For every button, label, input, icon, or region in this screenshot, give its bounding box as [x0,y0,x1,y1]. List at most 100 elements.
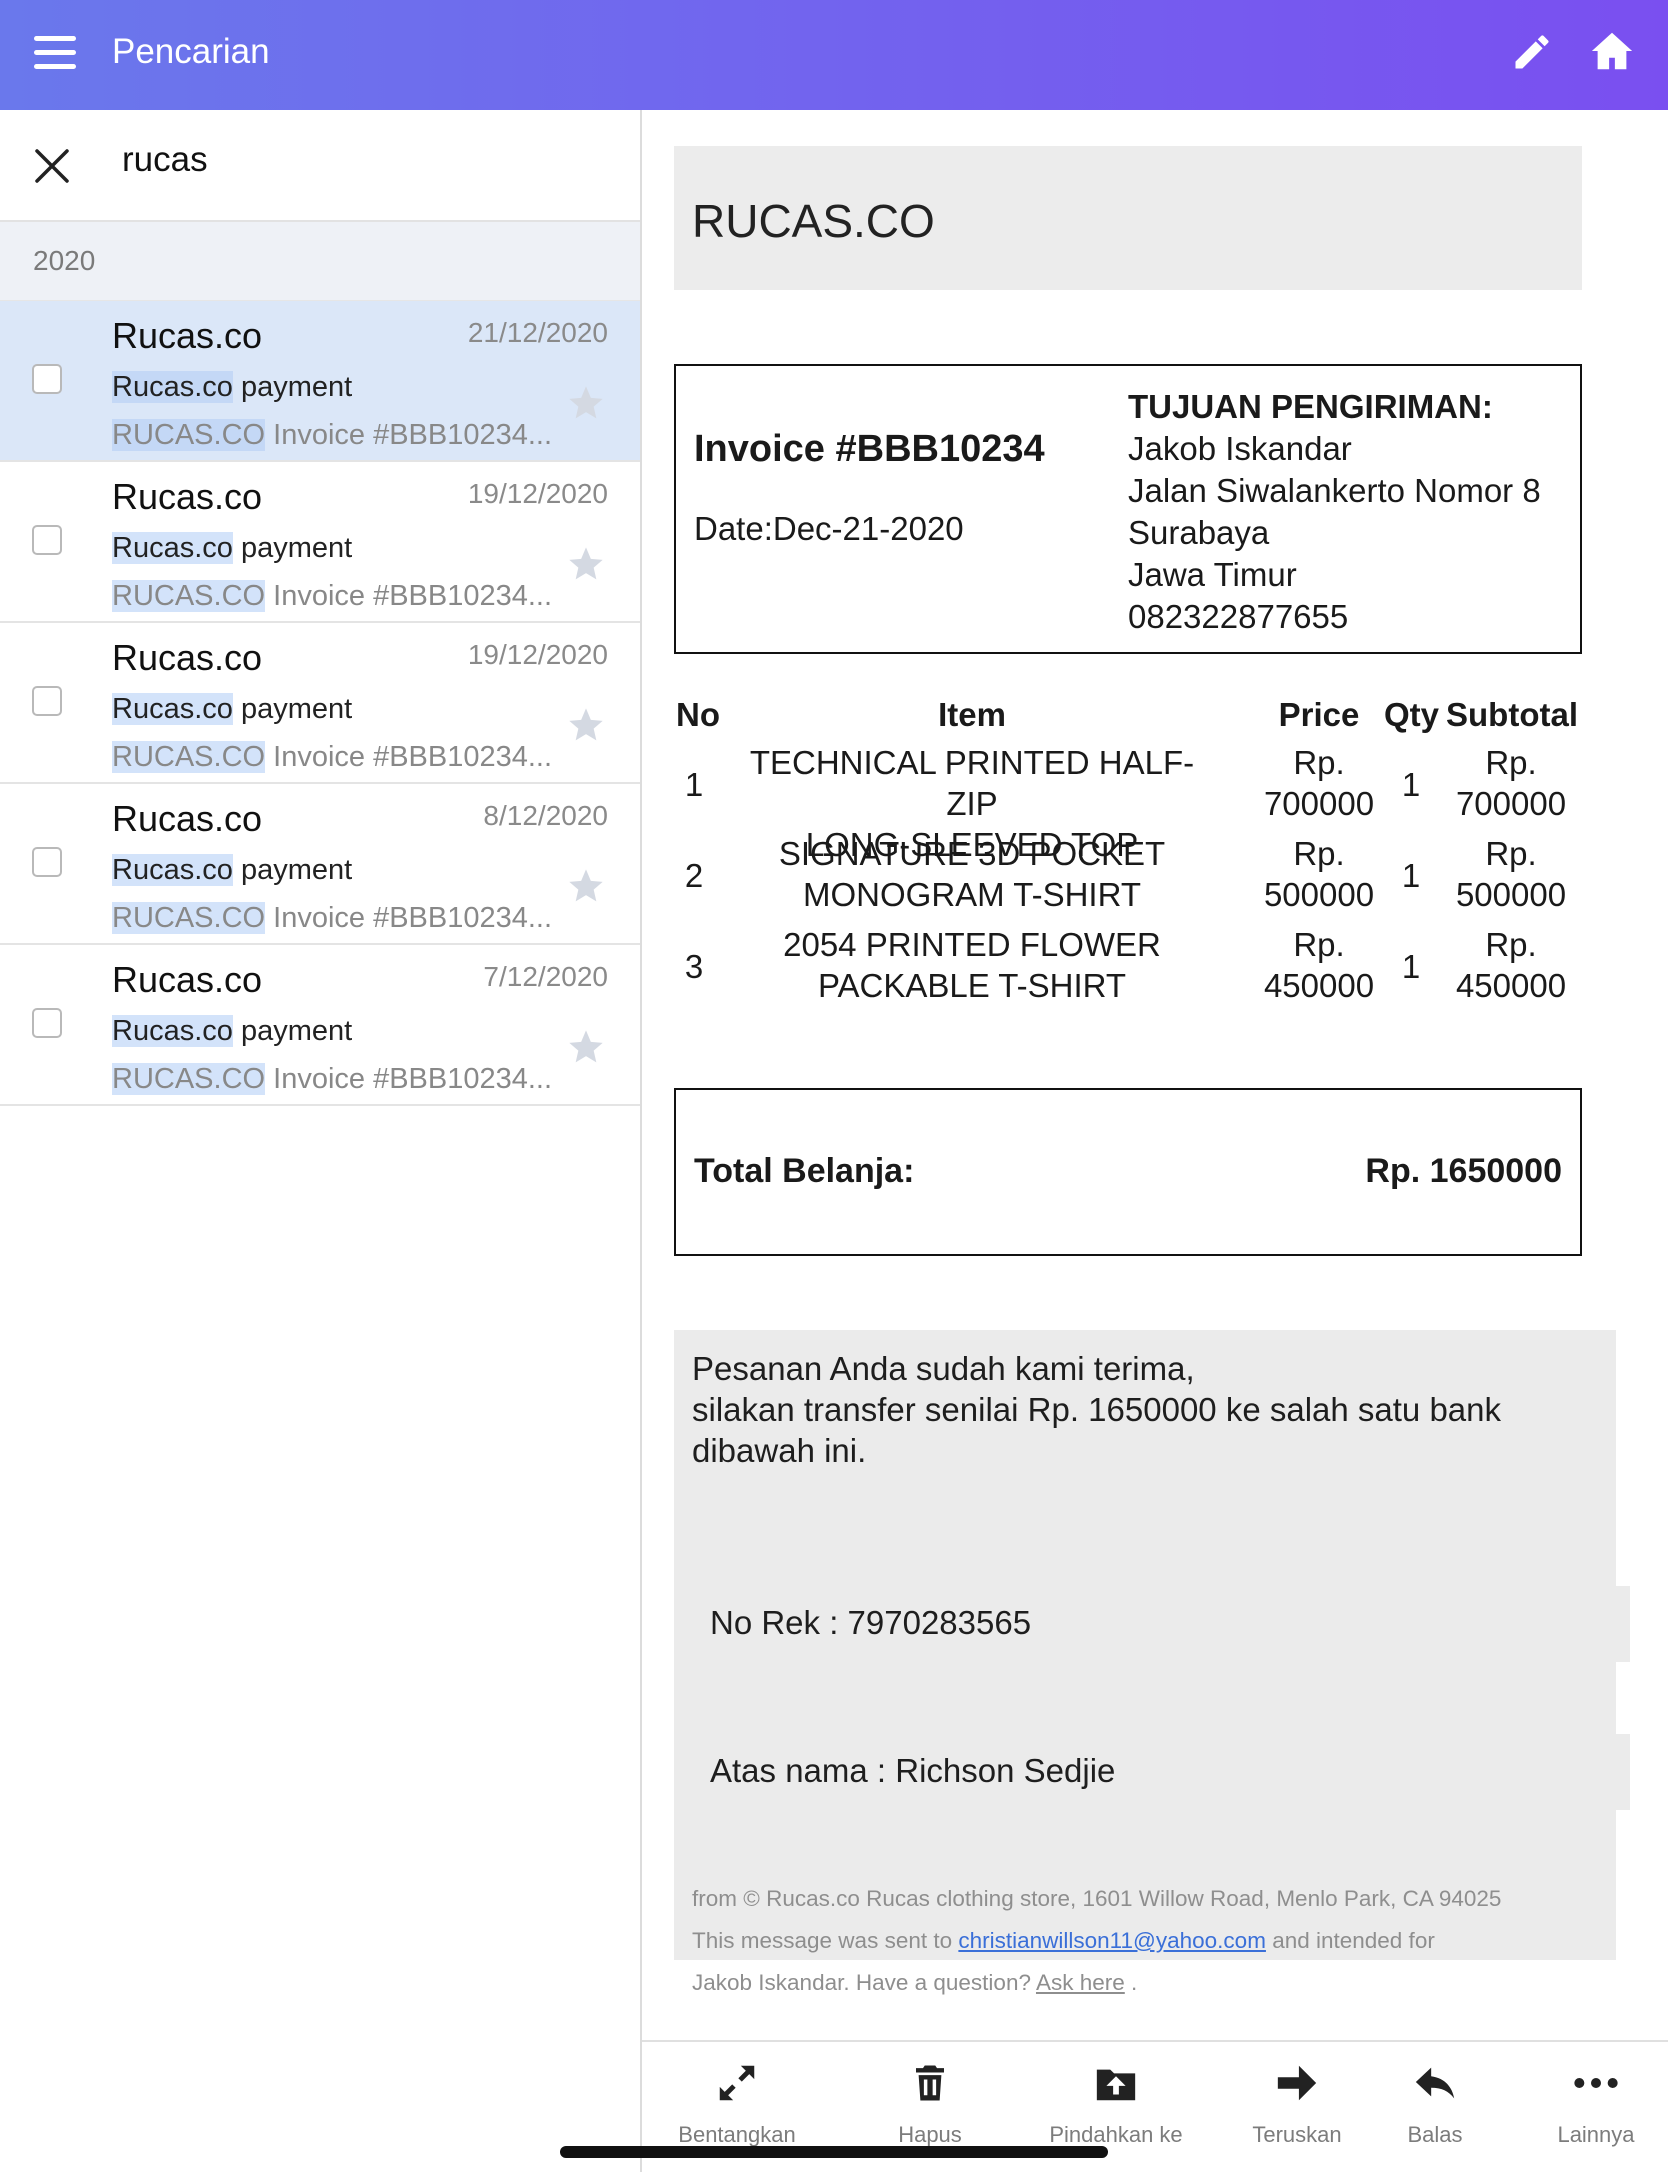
column-header-subtotal: Subtotal [1446,696,1578,733]
footer-address: from © Rucas.co Rucas clothing store, 16… [692,1886,1502,1911]
brand-name: RUCAS.CO [692,195,935,247]
column-header-item: Item [938,696,1006,733]
amount: 450000 [1263,967,1375,1004]
star-icon[interactable] [566,705,606,745]
search-highlight: Rucas.co [112,854,233,886]
message-list: Rucas.co 21/12/2020 Rucas.co payment RUC… [0,301,640,1106]
row-qty: 1 [1401,857,1421,894]
star-icon[interactable] [566,383,606,423]
message-subject: Rucas.co payment [112,693,352,726]
select-checkbox[interactable] [32,847,62,877]
row-subtotal: Rp. 450000 [1446,924,1576,1006]
expand-label: Bentangkan [678,2122,796,2147]
message-subject: Rucas.co payment [112,532,352,565]
item-name-line: MONOGRAM T-SHIRT [803,876,1141,913]
subject-text: payment [232,1015,353,1047]
preview-text: Invoice #BBB10234... [265,419,553,451]
footer-sent-line: This message was sent to christianwillso… [692,1920,1572,1962]
email-brand-banner: RUCAS.CO [674,146,1582,290]
invoice-date: Date:Dec-21-2020 [694,510,964,547]
payment-instructions: Pesanan Anda sudah kami terima, silakan … [674,1330,1632,1995]
row-item: 2054 PRINTED FLOWER PACKABLE T-SHIRT [742,924,1202,1006]
year-group-header: 2020 [0,222,640,301]
move-folder-icon [1096,2069,1136,2101]
sender-name: Rucas.co [112,315,263,356]
delete-button[interactable]: Hapus [870,2060,990,2148]
message-list-item[interactable]: Rucas.co 19/12/2020 Rucas.co payment RUC… [0,623,640,784]
shipping-name: Jakob Iskandar [1128,430,1352,467]
move-to-label: Pindahkan ke [1049,2122,1183,2147]
delete-label: Hapus [898,2122,962,2147]
shipping-phone: 082322877655 [1128,598,1349,635]
item-name-line: SIGNATURE 3D POCKET [778,835,1166,872]
select-checkbox[interactable] [32,1008,62,1038]
instruction-line: dibawah ini. [692,1432,867,1469]
message-list-item[interactable]: Rucas.co 7/12/2020 Rucas.co payment RUCA… [0,945,640,1106]
shipping-heading: TUJUAN PENGIRIMAN: [1128,388,1493,425]
forward-button[interactable]: Teruskan [1242,2060,1352,2148]
search-input[interactable]: rucas [122,140,208,180]
sender-name: Rucas.co [112,637,263,678]
message-list-item[interactable]: Rucas.co 19/12/2020 Rucas.co payment RUC… [0,462,640,623]
message-list-item[interactable]: Rucas.co 21/12/2020 Rucas.co payment RUC… [0,301,640,462]
invoice-header-box: Invoice #BBB10234 Date:Dec-21-2020 TUJUA… [674,364,1582,654]
currency: Rp. [1293,926,1345,963]
account-holder-name: Atas nama : Richson Sedjie [710,1752,1116,1789]
star-icon[interactable] [566,1027,606,1067]
star-icon[interactable] [566,544,606,584]
row-qty: 1 [1401,766,1421,803]
subject-text: payment [232,854,353,886]
preview-text: Invoice #BBB10234... [265,902,553,934]
invoice-number: Invoice #BBB10234 [694,428,1045,470]
search-highlight: RUCAS.CO [112,419,266,451]
hamburger-menu-icon[interactable] [34,36,76,72]
message-list-panel: rucas 2020 Rucas.co 21/12/2020 Rucas.co … [0,110,642,2172]
reply-icon [1415,2067,1455,2099]
star-icon[interactable] [566,866,606,906]
move-to-button[interactable]: Pindahkan ke [1036,2060,1196,2148]
item-name-line: PACKABLE T-SHIRT [817,967,1127,1004]
table-row: 2 SIGNATURE 3D POCKET MONOGRAM T-SHIRT Rp… [674,833,1586,923]
message-list-item[interactable]: Rucas.co 8/12/2020 Rucas.co payment RUCA… [0,784,640,945]
amount: 700000 [1455,785,1567,822]
message-preview: RUCAS.CO Invoice #BBB10234... [112,902,552,935]
footer-text: and intended for [1265,1928,1435,1953]
home-icon[interactable] [1588,28,1636,74]
more-dots-icon [1574,2078,1618,2088]
preview-text: Invoice #BBB10234... [265,1063,553,1095]
instruction-text: Pesanan Anda sudah kami terima, silakan … [692,1348,1572,1471]
close-icon[interactable] [34,148,70,184]
shipping-address: TUJUAN PENGIRIMAN: Jakob Iskandar Jalan … [1128,386,1541,638]
compose-icon[interactable] [1510,30,1554,74]
currency: Rp. [1485,744,1537,781]
row-price: Rp. 450000 [1254,924,1384,1006]
recipient-email-link[interactable]: christianwillson11@yahoo.com [958,1928,1266,1953]
total-value: Rp. 1650000 [1365,1152,1562,1190]
currency: Rp. [1293,744,1345,781]
footer-text: This message was sent to [692,1928,959,1953]
ask-here-link[interactable]: Ask here [1036,1970,1125,1995]
item-name-line: 2054 PRINTED FLOWER [783,926,1161,963]
search-highlight: Rucas.co [112,532,233,564]
sender-name: Rucas.co [112,798,263,839]
item-name-line: TECHNICAL PRINTED HALF-ZIP [749,744,1195,822]
reply-button[interactable]: Balas [1390,2060,1480,2148]
message-date: 8/12/2020 [483,800,608,831]
forward-arrow-icon [1277,2065,1317,2101]
currency: Rp. [1293,835,1345,872]
more-button[interactable]: Lainnya [1546,2060,1646,2148]
row-price: Rp. 700000 [1254,742,1384,824]
table-row: 1 TECHNICAL PRINTED HALF-ZIP LONG-SLEEVED… [674,742,1586,863]
select-checkbox[interactable] [32,525,62,555]
amount: 500000 [1263,876,1375,913]
search-highlight: Rucas.co [112,1015,233,1047]
message-date: 7/12/2020 [483,961,608,992]
email-footer: from © Rucas.co Rucas clothing store, 16… [692,1878,1572,2004]
select-checkbox[interactable] [32,364,62,394]
message-subject: Rucas.co payment [112,371,352,404]
column-header-price: Price [1278,696,1360,733]
search-highlight: Rucas.co [112,371,233,403]
forward-label: Teruskan [1252,2122,1342,2147]
expand-button[interactable]: Bentangkan [672,2060,802,2148]
select-checkbox[interactable] [32,686,62,716]
